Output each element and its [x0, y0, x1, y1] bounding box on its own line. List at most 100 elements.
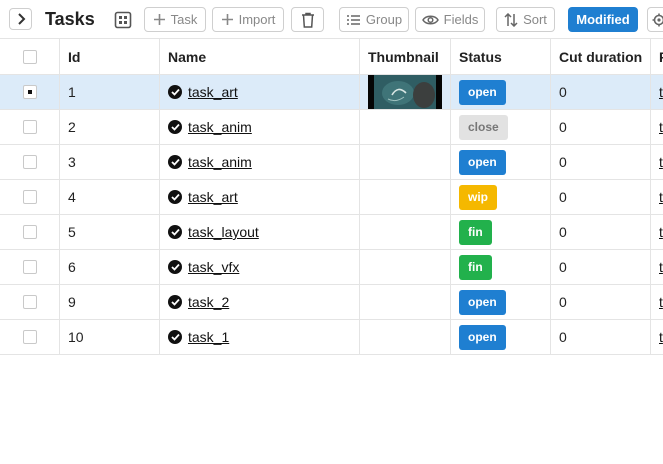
extra-cell: t — [651, 215, 663, 249]
column-header-name[interactable]: Name — [160, 39, 360, 74]
thumbnail-cell — [360, 215, 451, 249]
extra-link[interactable]: t — [659, 294, 663, 310]
extra-link[interactable]: t — [659, 154, 663, 170]
extra-link[interactable]: t — [659, 329, 663, 345]
task-name-link[interactable]: task_art — [188, 189, 238, 205]
status-badge[interactable]: wip — [459, 184, 497, 210]
row-checkbox[interactable] — [22, 330, 37, 344]
row-checkbox[interactable] — [22, 120, 37, 134]
page-title: Tasks — [45, 9, 95, 29]
check-circle-icon — [168, 260, 182, 274]
column-header-cut-duration[interactable]: Cut duration — [551, 39, 651, 74]
status-cell: fin — [451, 215, 551, 249]
table-header: Id Name Thumbnail Status Cut duration F — [0, 38, 663, 75]
select-all-checkbox[interactable] — [22, 49, 37, 64]
extra-link[interactable]: t — [659, 189, 663, 205]
thumbnail-cell — [360, 145, 451, 179]
check-circle-icon — [168, 85, 182, 99]
add-task-button[interactable]: Task — [144, 7, 206, 32]
task-name-link[interactable]: task_1 — [188, 329, 229, 345]
status-badge[interactable]: fin — [459, 219, 492, 245]
table-row[interactable]: 4 task_art wip 0 t — [0, 180, 663, 215]
table-row[interactable]: 6 task_vfx fin 0 t — [0, 250, 663, 285]
table-row[interactable]: 5 task_layout fin 0 t — [0, 215, 663, 250]
cut-duration-cell: 0 — [551, 75, 651, 109]
extra-link[interactable]: t — [659, 224, 663, 240]
row-select-cell — [0, 145, 60, 179]
name-cell: task_1 — [160, 320, 360, 354]
id-cell: 4 — [60, 180, 160, 214]
task-name-link[interactable]: task_art — [188, 84, 238, 100]
row-select-cell — [0, 180, 60, 214]
row-checkbox[interactable] — [22, 225, 37, 239]
settings-button[interactable] — [647, 7, 663, 32]
delete-button[interactable] — [291, 7, 324, 32]
group-label: Group — [365, 12, 403, 27]
table-row[interactable]: 10 task_1 open 0 t — [0, 320, 663, 355]
thumbnail-cell — [360, 180, 451, 214]
extra-link[interactable]: t — [659, 119, 663, 135]
status-badge[interactable]: close — [459, 114, 508, 140]
id-cell: 6 — [60, 250, 160, 284]
row-select-cell — [0, 250, 60, 284]
modified-button[interactable]: Modified — [568, 7, 638, 32]
extra-cell: t — [651, 285, 663, 319]
eye-icon — [421, 15, 439, 24]
extra-link[interactable]: t — [659, 259, 663, 275]
cut-duration-cell: 0 — [551, 250, 651, 284]
name-cell: task_vfx — [160, 250, 360, 284]
expand-sidebar-button[interactable] — [9, 8, 32, 30]
id-cell: 1 — [60, 75, 160, 109]
column-header-id[interactable]: Id — [60, 39, 160, 74]
task-name-link[interactable]: task_anim — [188, 154, 252, 170]
id-cell: 10 — [60, 320, 160, 354]
status-cell: open — [451, 145, 551, 179]
task-name-link[interactable]: task_vfx — [188, 259, 239, 275]
group-button[interactable]: Group — [339, 7, 409, 32]
gear-icon — [652, 13, 663, 26]
status-cell: open — [451, 75, 551, 109]
status-badge[interactable]: open — [459, 79, 506, 105]
status-badge[interactable]: open — [459, 149, 506, 175]
table-row[interactable]: 3 task_anim open 0 t — [0, 145, 663, 180]
table-row[interactable]: 2 task_anim close 0 t — [0, 110, 663, 145]
status-cell: open — [451, 285, 551, 319]
column-header-extra[interactable]: F — [651, 39, 663, 74]
row-checkbox[interactable] — [22, 190, 37, 204]
import-button[interactable]: Import — [212, 7, 284, 32]
cut-duration-cell: 0 — [551, 215, 651, 249]
cut-duration-cell: 0 — [551, 110, 651, 144]
cut-duration-cell: 0 — [551, 180, 651, 214]
extra-cell: t — [651, 320, 663, 354]
table-row[interactable]: 1 task_art open 0 t — [0, 75, 663, 110]
extra-link[interactable]: t — [659, 84, 663, 100]
thumbnail-cell — [360, 250, 451, 284]
row-select-cell — [0, 110, 60, 144]
check-circle-icon — [168, 330, 182, 344]
cut-duration-cell: 0 — [551, 285, 651, 319]
thumbnail-image[interactable] — [368, 75, 442, 109]
table-row[interactable]: 9 task_2 open 0 t — [0, 285, 663, 320]
id-cell: 9 — [60, 285, 160, 319]
row-checkbox[interactable] — [22, 155, 37, 169]
status-badge[interactable]: fin — [459, 254, 492, 280]
column-header-status[interactable]: Status — [451, 39, 551, 74]
status-cell: wip — [451, 180, 551, 214]
row-checkbox[interactable] — [22, 295, 37, 309]
name-cell: task_anim — [160, 145, 360, 179]
extra-cell: t — [651, 145, 663, 179]
column-header-thumbnail[interactable]: Thumbnail — [360, 39, 451, 74]
grid-view-icon[interactable] — [113, 10, 132, 29]
status-cell: fin — [451, 250, 551, 284]
status-badge[interactable]: open — [459, 324, 506, 350]
task-name-link[interactable]: task_layout — [188, 224, 259, 240]
row-checkbox[interactable] — [22, 260, 37, 274]
selected-indicator — [27, 90, 32, 94]
check-circle-icon — [168, 295, 182, 309]
task-name-link[interactable]: task_anim — [188, 119, 252, 135]
task-name-link[interactable]: task_2 — [188, 294, 229, 310]
sort-button[interactable]: Sort — [496, 7, 555, 32]
fields-button[interactable]: Fields — [415, 7, 485, 32]
row-checkbox[interactable] — [22, 85, 37, 99]
status-badge[interactable]: open — [459, 289, 506, 315]
